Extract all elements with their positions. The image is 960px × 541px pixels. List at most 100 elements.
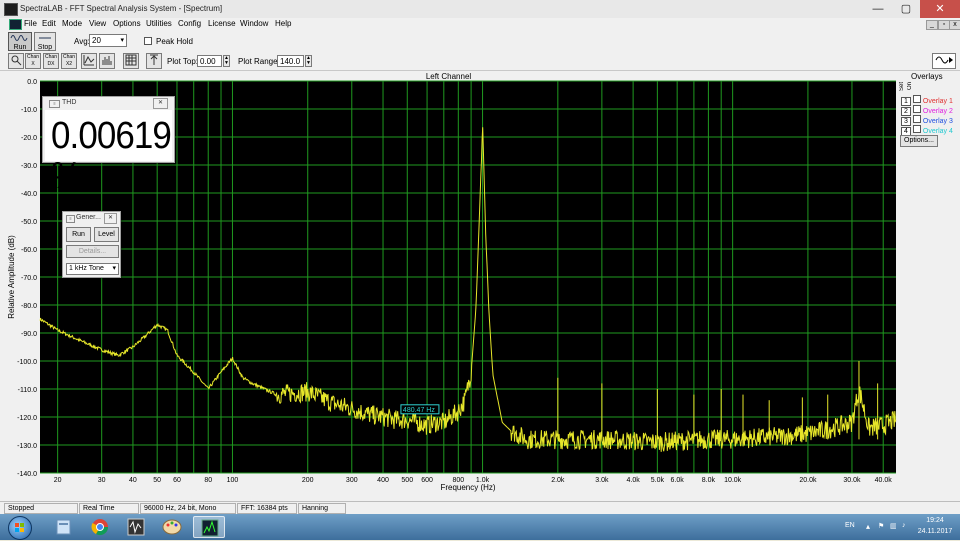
x-tick-label: 600 — [421, 477, 433, 484]
taskbar: EN ▴ ⚑ ▥ ♪ 19:24 24.11.2017 — [0, 514, 960, 540]
title-bar: SpectraLAB - FFT Spectral Analysis Syste… — [0, 0, 960, 19]
mdi-close-button[interactable]: x — [949, 20, 960, 30]
plot-top-label: Plot Top: — [167, 57, 198, 66]
bar-plot-icon — [102, 56, 112, 65]
app-icon — [4, 3, 18, 16]
tray-arrow-icon[interactable]: ▴ — [866, 522, 870, 531]
peak-hold-label: Peak Hold — [156, 37, 193, 46]
overlay-on-2[interactable] — [912, 105, 921, 113]
grid-icon — [125, 54, 137, 66]
x-tick-label: 40.0k — [875, 477, 893, 484]
chan-x2-button[interactable]: Chan X2 — [61, 53, 77, 69]
language-indicator[interactable]: EN — [845, 522, 855, 529]
plot-range-spinner[interactable]: ▲ ▼ — [305, 55, 312, 67]
generator-run-button[interactable]: Run — [66, 227, 91, 242]
overlay-on-1[interactable] — [912, 95, 921, 103]
status-bar: Stopped Real Time 96000 Hz, 24 bit, Mono… — [0, 501, 960, 515]
status-state: Stopped — [4, 503, 78, 514]
menu-view[interactable]: View — [89, 19, 106, 28]
minimize-button[interactable]: — — [864, 0, 892, 18]
stop-button[interactable]: Stop — [34, 32, 56, 51]
line-plot-button[interactable] — [81, 53, 97, 69]
menu-config[interactable]: Config — [178, 19, 201, 28]
audio-editor-icon — [127, 518, 145, 536]
plot-top-spinner[interactable]: ▲ ▼ — [223, 55, 230, 67]
generator-details-button[interactable]: Details... — [66, 245, 119, 258]
set-column-label: Set — [899, 82, 905, 92]
menu-utilities[interactable]: Utilities — [146, 19, 172, 28]
peak-hold-checkbox[interactable] — [144, 37, 152, 45]
menu-window[interactable]: Window — [240, 19, 268, 28]
menu-options[interactable]: Options — [113, 19, 141, 28]
menu-license[interactable]: License — [208, 19, 236, 28]
overlay-on-3[interactable] — [912, 115, 921, 123]
paint-palette-icon — [162, 519, 182, 535]
y-tick-label: -10.0 — [21, 107, 37, 114]
taskbar-chrome[interactable] — [84, 516, 116, 538]
menu-file[interactable]: File — [24, 19, 37, 28]
bar-plot-button[interactable] — [99, 53, 115, 69]
status-fft: FFT: 16384 pts — [237, 503, 297, 514]
y-tick-label: -100.0 — [17, 359, 37, 366]
volume-icon[interactable]: ♪ — [902, 522, 906, 529]
taskbar-audio-app[interactable] — [120, 516, 152, 538]
clock-time[interactable]: 19:24 — [920, 517, 950, 524]
generator-level-button[interactable]: Level — [94, 227, 119, 242]
menu-mode[interactable]: Mode — [62, 19, 82, 28]
network-icon[interactable]: ▥ — [890, 522, 897, 530]
mdi-minimize-button[interactable]: _ — [926, 20, 938, 30]
y-tick-label: -30.0 — [21, 163, 37, 170]
zoom-button[interactable] — [8, 53, 24, 69]
x-tick-label: 5.0k — [651, 477, 665, 484]
x-tick-label: 60 — [173, 477, 181, 484]
spectralab-icon — [201, 519, 219, 537]
window-title: SpectraLAB - FFT Spectral Analysis Syste… — [20, 4, 223, 13]
chevron-down-icon: ▾ — [112, 265, 116, 272]
thd-title-bar[interactable]: ≡ THD ✕ — [43, 97, 174, 109]
maximize-button[interactable]: ▢ — [892, 0, 920, 18]
overlay-options-button[interactable]: Options... — [900, 135, 938, 147]
magnifier-icon — [11, 55, 22, 66]
thd-window[interactable]: ≡ THD ✕ 0.00619 % — [42, 96, 175, 196]
start-button[interactable] — [8, 516, 32, 540]
plot-top-button[interactable] — [146, 53, 162, 69]
chan-dx-button[interactable]: Chan DX — [43, 53, 59, 69]
plot-toolbar: Chan X Chan DX Chan X2 Plot Top: 0.00 ▲ ▼ Pl… — [0, 52, 960, 71]
close-button[interactable]: ✕ — [920, 0, 960, 18]
clock-date[interactable]: 24.11.2017 — [911, 528, 959, 535]
chan-x-button[interactable]: Chan X — [25, 53, 41, 69]
on-column-label: On — [907, 82, 913, 91]
generator-tone-select[interactable]: 1 kHz Tone ▾ — [66, 263, 119, 275]
generator-close-button[interactable]: ✕ — [104, 213, 117, 224]
menu-edit[interactable]: Edit — [42, 19, 56, 28]
overlay-on-4[interactable] — [912, 125, 921, 133]
mdi-document-icon[interactable] — [9, 19, 22, 30]
generator-title-bar[interactable]: ≡ Gener... ✕ — [63, 212, 120, 224]
plot-top-field[interactable]: 0.00 — [197, 55, 222, 67]
menu-help[interactable]: Help — [275, 19, 291, 28]
taskbar-explorer[interactable] — [48, 516, 80, 538]
x-tick-label: 2.0k — [551, 477, 565, 484]
generator-shortcut-button[interactable] — [932, 53, 956, 69]
plot-range-field[interactable]: 140.0 — [277, 55, 304, 67]
windows-logo-icon — [15, 523, 24, 532]
action-center-icon[interactable]: ⚑ — [878, 522, 884, 530]
window-icon: ≡ — [49, 100, 60, 108]
y-tick-label: -50.0 — [21, 219, 37, 226]
waveform-icon — [10, 35, 28, 41]
spectrogram-button[interactable] — [123, 53, 139, 69]
taskbar-spectralab[interactable] — [193, 516, 225, 538]
avg-select[interactable]: 20 ▾ — [89, 34, 127, 47]
frequency-cursor[interactable]: 480.47 Hz — [400, 404, 440, 415]
thd-value: 0.00619 % — [51, 115, 172, 197]
line-plot-icon — [83, 55, 95, 66]
generator-window[interactable]: ≡ Gener... ✕ Run Level Details... 1 kHz … — [62, 211, 121, 278]
x-tick-label: 50 — [153, 477, 161, 484]
y-tick-label: -110.0 — [18, 387, 37, 394]
x-tick-label: 30 — [98, 477, 106, 484]
taskbar-paint[interactable] — [156, 516, 188, 538]
thd-close-button[interactable]: ✕ — [153, 98, 168, 109]
signal-generator-icon — [935, 56, 953, 64]
run-button[interactable]: Run — [8, 32, 32, 51]
y-tick-label: -70.0 — [21, 275, 37, 282]
